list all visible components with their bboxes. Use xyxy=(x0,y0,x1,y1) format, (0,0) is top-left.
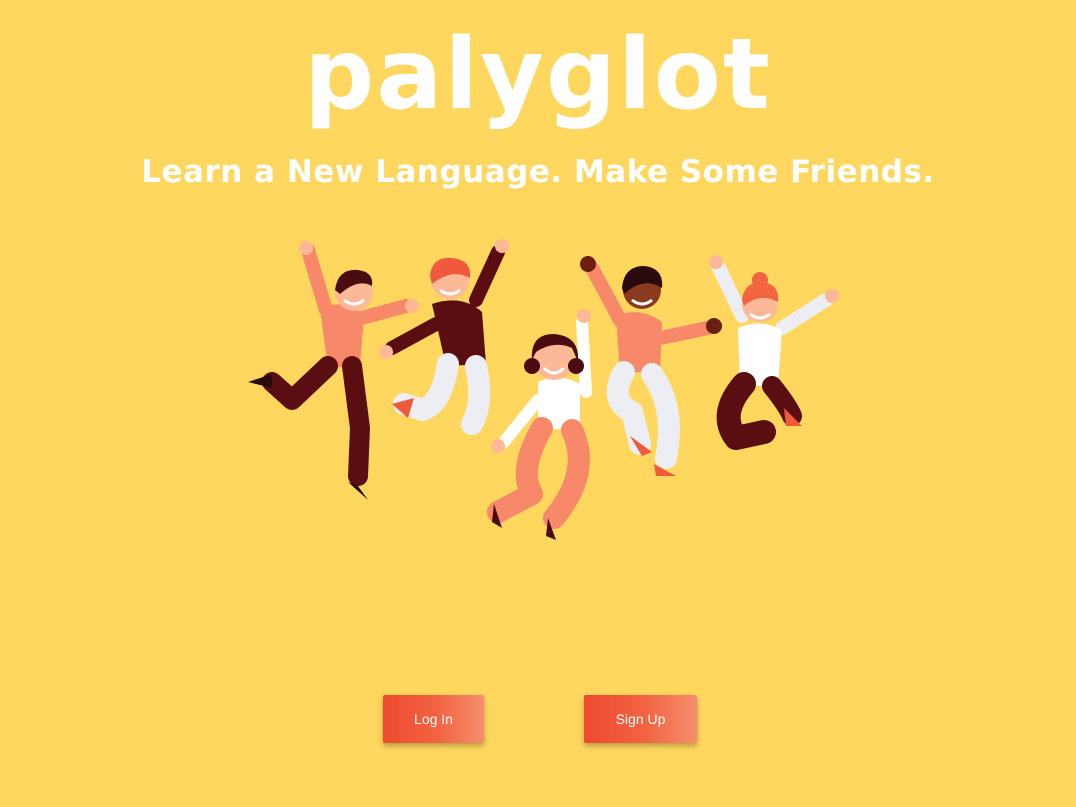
hero-illustration xyxy=(248,239,839,540)
jumping-person-3 xyxy=(487,309,592,540)
signup-button[interactable]: Sign Up xyxy=(584,695,697,743)
landing-page: palyglot Learn a New Language. Make Some… xyxy=(0,0,1076,807)
jumping-person-2 xyxy=(379,239,509,435)
jumping-person-4 xyxy=(580,256,722,476)
jumping-person-5 xyxy=(709,255,839,450)
app-logo: palyglot xyxy=(304,18,772,132)
tagline: Learn a New Language. Make Some Friends. xyxy=(141,154,935,190)
jumping-person-1 xyxy=(248,241,419,500)
login-button[interactable]: Log In xyxy=(383,695,484,743)
